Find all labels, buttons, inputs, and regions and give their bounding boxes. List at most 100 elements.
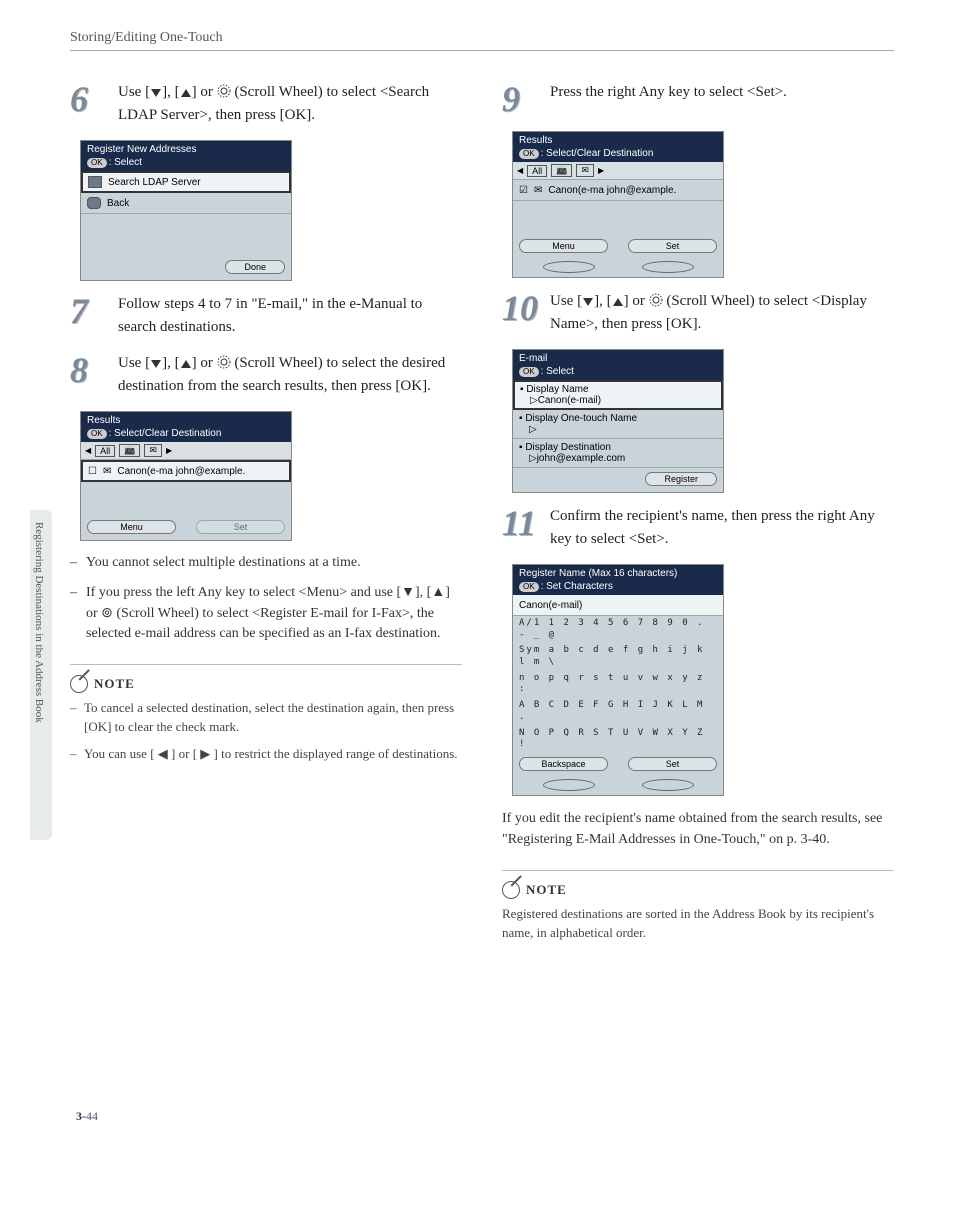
step-text: Press the right Any key to select <Set>. <box>550 81 894 104</box>
lcd-result-row: ☑ ✉ Canon(e-ma john@example. <box>513 180 723 201</box>
soft-button-icon <box>642 261 694 273</box>
checkbox-checked-icon: ☑ <box>519 185 528 196</box>
down-triangle-icon <box>582 297 594 307</box>
step-7: 7 Follow steps 4 to 7 in "E-mail," in th… <box>70 293 462 338</box>
soft-button-icon <box>543 261 595 273</box>
right-triangle-icon: ▶ <box>166 446 172 455</box>
lcd-screen-email: E-mail OK: Select ▪ Display Name ▷Canon(… <box>512 349 724 493</box>
left-triangle-icon: ◀ <box>517 166 523 175</box>
down-triangle-icon <box>150 359 162 369</box>
scroll-wheel-icon <box>217 84 231 98</box>
mail-icon: ✉ <box>103 466 111 477</box>
lcd-row-display-name: ▪ Display Name ▷Canon(e-mail) <box>513 380 723 410</box>
step-6: 6 Use [], [] or (Scroll Wheel) to select… <box>70 81 462 126</box>
down-triangle-icon <box>150 88 162 98</box>
lcd-row-search-ldap: Search LDAP Server <box>81 171 291 193</box>
lcd-char-line: Sym a b c d e f g h i j k l m \ <box>513 643 723 670</box>
lcd-tab-mail-icon: ✉ <box>144 444 162 457</box>
step-number: 7 <box>70 293 118 329</box>
lcd-softkey-set: Set <box>628 239 717 253</box>
up-triangle-icon <box>612 297 624 307</box>
ok-badge-icon: OK <box>519 582 539 592</box>
ok-badge-icon: OK <box>87 158 107 168</box>
ok-badge-icon: OK <box>519 367 539 377</box>
server-icon <box>88 176 102 188</box>
side-tab: Registering Destinations in the Address … <box>30 510 52 840</box>
lcd-result-row: ☐ ✉ Canon(e-ma john@example. <box>81 460 291 482</box>
step-number: 6 <box>70 81 118 117</box>
lcd-title-line1: E-mail <box>519 352 717 365</box>
lcd-title-line1: Register New Addresses <box>87 143 285 156</box>
lcd-softkey-register: Register <box>645 472 717 486</box>
note-icon <box>70 675 88 693</box>
lcd-title-line1: Register Name (Max 16 characters) <box>519 567 717 580</box>
note-label: NOTE <box>526 882 567 898</box>
lcd-softkey-set: Set <box>628 757 717 771</box>
note-text: Registered destinations are sorted in th… <box>502 905 894 943</box>
step-8: 8 Use [], [] or (Scroll Wheel) to select… <box>70 352 462 397</box>
lcd-softkey-menu: Menu <box>519 239 608 253</box>
note-icon <box>502 881 520 899</box>
lcd-tab-fax-icon: 📠 <box>551 164 572 177</box>
lcd-char-line: N O P Q R S T U V W X Y Z ! <box>513 726 723 753</box>
lcd-softkey-set: Set <box>196 520 285 534</box>
page-header: Storing/Editing One-Touch <box>70 30 894 51</box>
step-text: Use [], [] or (Scroll Wheel) to select <… <box>550 290 894 335</box>
lcd-tab-fax-icon: 📠 <box>119 444 140 457</box>
lcd-softkey-menu: Menu <box>87 520 176 534</box>
lcd-softkey-done: Done <box>225 260 285 274</box>
soft-button-icon <box>543 779 595 791</box>
back-icon <box>87 197 101 209</box>
scroll-wheel-icon <box>649 293 663 307</box>
note-box: NOTE Registered destinations are sorted … <box>502 870 894 943</box>
step-11-followup: If you edit the recipient's name obtaine… <box>502 808 894 850</box>
lcd-char-line: A B C D E F G H I J K L M . <box>513 698 723 725</box>
step-9: 9 Press the right Any key to select <Set… <box>502 81 894 117</box>
lcd-entry-field: Canon(e-mail) <box>513 595 723 616</box>
lcd-char-line: A/1 1 2 3 4 5 6 7 8 9 0 . - _ @ <box>513 616 723 643</box>
lcd-screen-register-name: Register Name (Max 16 characters) OK: Se… <box>512 564 724 796</box>
note-box: NOTE To cancel a selected destination, s… <box>70 664 462 764</box>
lcd-filter-row: ◀ All 📠 ✉ ▶ <box>81 442 291 460</box>
step-10: 10 Use [], [] or (Scroll Wheel) to selec… <box>502 290 894 335</box>
lcd-row-onetouch-name: ▪ Display One-touch Name ▷ <box>513 410 723 439</box>
lcd-char-line: n o p q r s t u v w x y z : <box>513 671 723 698</box>
step-8-notes-list: You cannot select multiple destinations … <box>70 553 462 644</box>
page-number: 3-44 <box>76 1109 98 1124</box>
lcd-screen-register-addresses: Register New Addresses OK: Select Search… <box>80 140 292 281</box>
soft-button-icon <box>642 779 694 791</box>
step-text: Use [], [] or (Scroll Wheel) to select t… <box>118 352 462 397</box>
lcd-tab-mail-icon: ✉ <box>576 164 594 177</box>
lcd-title-line1: Results <box>87 414 285 427</box>
step-text: Follow steps 4 to 7 in "E-mail," in the … <box>118 293 462 338</box>
step-number: 9 <box>502 81 550 117</box>
note-item: To cancel a selected destination, select… <box>70 699 462 737</box>
mail-icon: ✉ <box>534 185 542 196</box>
up-triangle-icon <box>180 359 192 369</box>
note-item: You can use [ ◀ ] or [ ▶ ] to restrict t… <box>70 745 462 764</box>
note-label: NOTE <box>94 676 135 692</box>
lcd-filter-row: ◀ All 📠 ✉ ▶ <box>513 162 723 180</box>
lcd-tab-all: All <box>527 165 547 177</box>
scroll-wheel-icon <box>217 355 231 369</box>
checkbox-icon: ☐ <box>88 466 97 477</box>
lcd-screen-results: Results OK: Select/Clear Destination ◀ A… <box>80 411 292 541</box>
lcd-tab-all: All <box>95 445 115 457</box>
list-item: If you press the left Any key to select … <box>70 583 462 644</box>
up-triangle-icon <box>180 88 192 98</box>
step-number: 8 <box>70 352 118 388</box>
step-number: 10 <box>502 290 550 326</box>
step-text: Use [], [] or (Scroll Wheel) to select <… <box>118 81 462 126</box>
list-item: You cannot select multiple destinations … <box>70 553 462 573</box>
step-text: Confirm the recipient's name, then press… <box>550 505 894 550</box>
lcd-row-back: Back <box>81 193 291 214</box>
step-11: 11 Confirm the recipient's name, then pr… <box>502 505 894 550</box>
left-triangle-icon: ◀ <box>85 446 91 455</box>
lcd-screen-results-set: Results OK: Select/Clear Destination ◀ A… <box>512 131 724 278</box>
side-tab-text: Registering Destinations in the Address … <box>30 510 48 735</box>
lcd-row-display-destination: ▪ Display Destination ▷john@example.com <box>513 439 723 468</box>
lcd-title-line1: Results <box>519 134 717 147</box>
right-triangle-icon: ▶ <box>598 166 604 175</box>
step-number: 11 <box>502 505 550 541</box>
lcd-softkey-backspace: Backspace <box>519 757 608 771</box>
